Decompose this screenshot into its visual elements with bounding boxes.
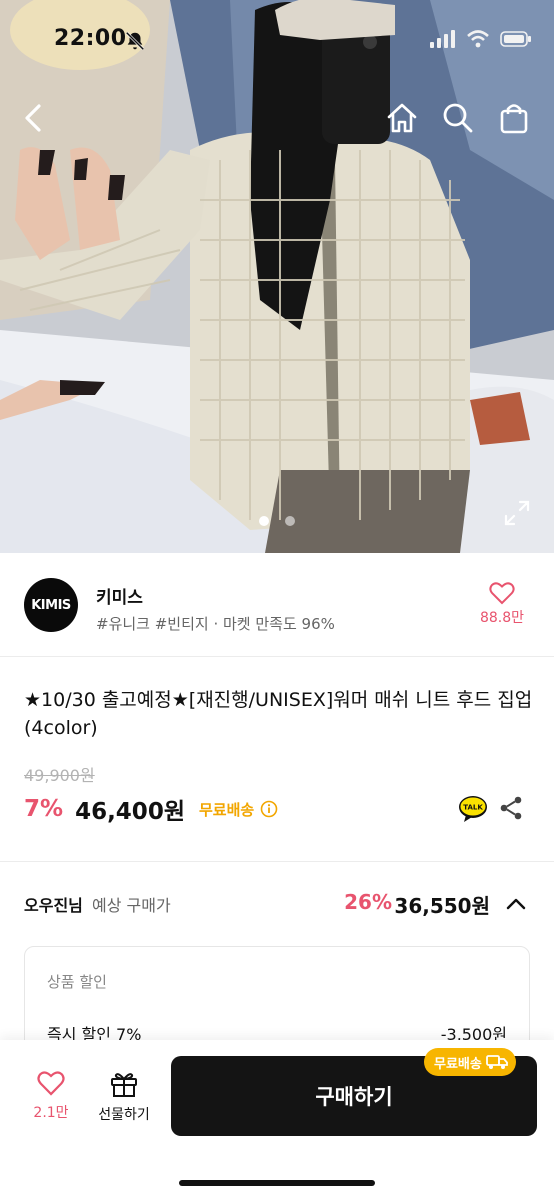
price-row: 7% 46,400원 무료배송 — [24, 794, 278, 825]
user-name: 오우진님 — [24, 896, 83, 915]
store-like-count: 88.8만 — [479, 610, 525, 626]
heart-icon — [489, 582, 515, 605]
share-icon[interactable] — [498, 795, 524, 821]
product-discount-header: 상품 할인 — [47, 973, 107, 991]
free-shipping-badge: 무료배송 — [424, 1048, 516, 1076]
battery-icon — [500, 31, 531, 47]
home-icon — [387, 103, 417, 133]
seller-tags: #유니크 #빈티지 · 마켓 만족도 96% — [96, 615, 335, 633]
shopping-bag-icon — [500, 104, 528, 134]
carousel-dot-active[interactable] — [259, 516, 269, 526]
home-indicator — [179, 1180, 375, 1186]
heart-icon — [37, 1071, 65, 1096]
status-time: 22:00 — [54, 26, 127, 51]
search-icon — [443, 103, 473, 133]
gift-label: 선물하기 — [98, 1107, 150, 1123]
sale-price: 46,400원 — [75, 799, 185, 825]
expected-price-section[interactable]: 오우진님 예상 구매가 26% 36,550원 — [0, 862, 554, 946]
expected-price: 36,550원 — [394, 894, 490, 918]
expected-discount-rate: 26% — [344, 890, 392, 914]
expected-price-label: 예상 구매가 — [92, 896, 171, 915]
wifi-icon — [467, 30, 489, 48]
kakao-talk-icon[interactable]: TALK — [458, 794, 488, 824]
product-photo — [0, 0, 554, 553]
seller-logo[interactable]: KIMIS — [24, 578, 78, 632]
original-price: 49,900원 — [24, 766, 95, 785]
talk-label: TALK — [463, 804, 483, 812]
seller-name[interactable]: 키미스 — [96, 583, 143, 608]
free-shipping-badge-label: 무료배송 — [434, 1056, 482, 1072]
cart-button[interactable] — [494, 98, 534, 138]
like-count: 2.1만 — [33, 1105, 69, 1121]
carousel-dots — [0, 516, 554, 526]
gift-button[interactable]: 선물하기 — [92, 1070, 156, 1124]
info-icon[interactable] — [260, 800, 278, 818]
search-button[interactable] — [438, 98, 478, 138]
product-info: ★10/30 출고예정★[재진행/UNISEX]워머 매쉬 니트 후드 집업(4… — [0, 658, 554, 862]
gift-icon — [111, 1073, 137, 1097]
chevron-up-icon[interactable] — [504, 892, 528, 916]
expand-icon[interactable] — [502, 498, 532, 528]
product-title: ★10/30 출고예정★[재진행/UNISEX]워머 매쉬 니트 후드 집업(4… — [24, 689, 533, 739]
status-indicators — [430, 30, 532, 48]
back-button[interactable] — [14, 98, 54, 138]
seller-section[interactable]: KIMIS 키미스 #유니크 #빈티지 · 마켓 만족도 96% 88.8만 — [0, 553, 554, 657]
bottom-action-bar: 2.1만 선물하기 구매하기 무료배송 — [0, 1040, 554, 1200]
home-button[interactable] — [382, 98, 422, 138]
back-icon — [25, 104, 41, 132]
store-like-button[interactable]: 88.8만 — [474, 581, 530, 627]
product-image-carousel[interactable]: 22:00 — [0, 0, 554, 553]
carousel-dot[interactable] — [285, 516, 295, 526]
discount-rate: 7% — [24, 796, 64, 822]
truck-icon — [485, 1055, 508, 1069]
bell-off-icon — [125, 31, 145, 51]
free-shipping-label: 무료배송 — [198, 800, 255, 819]
like-button[interactable]: 2.1만 — [22, 1070, 80, 1122]
signal-icon — [430, 30, 455, 48]
